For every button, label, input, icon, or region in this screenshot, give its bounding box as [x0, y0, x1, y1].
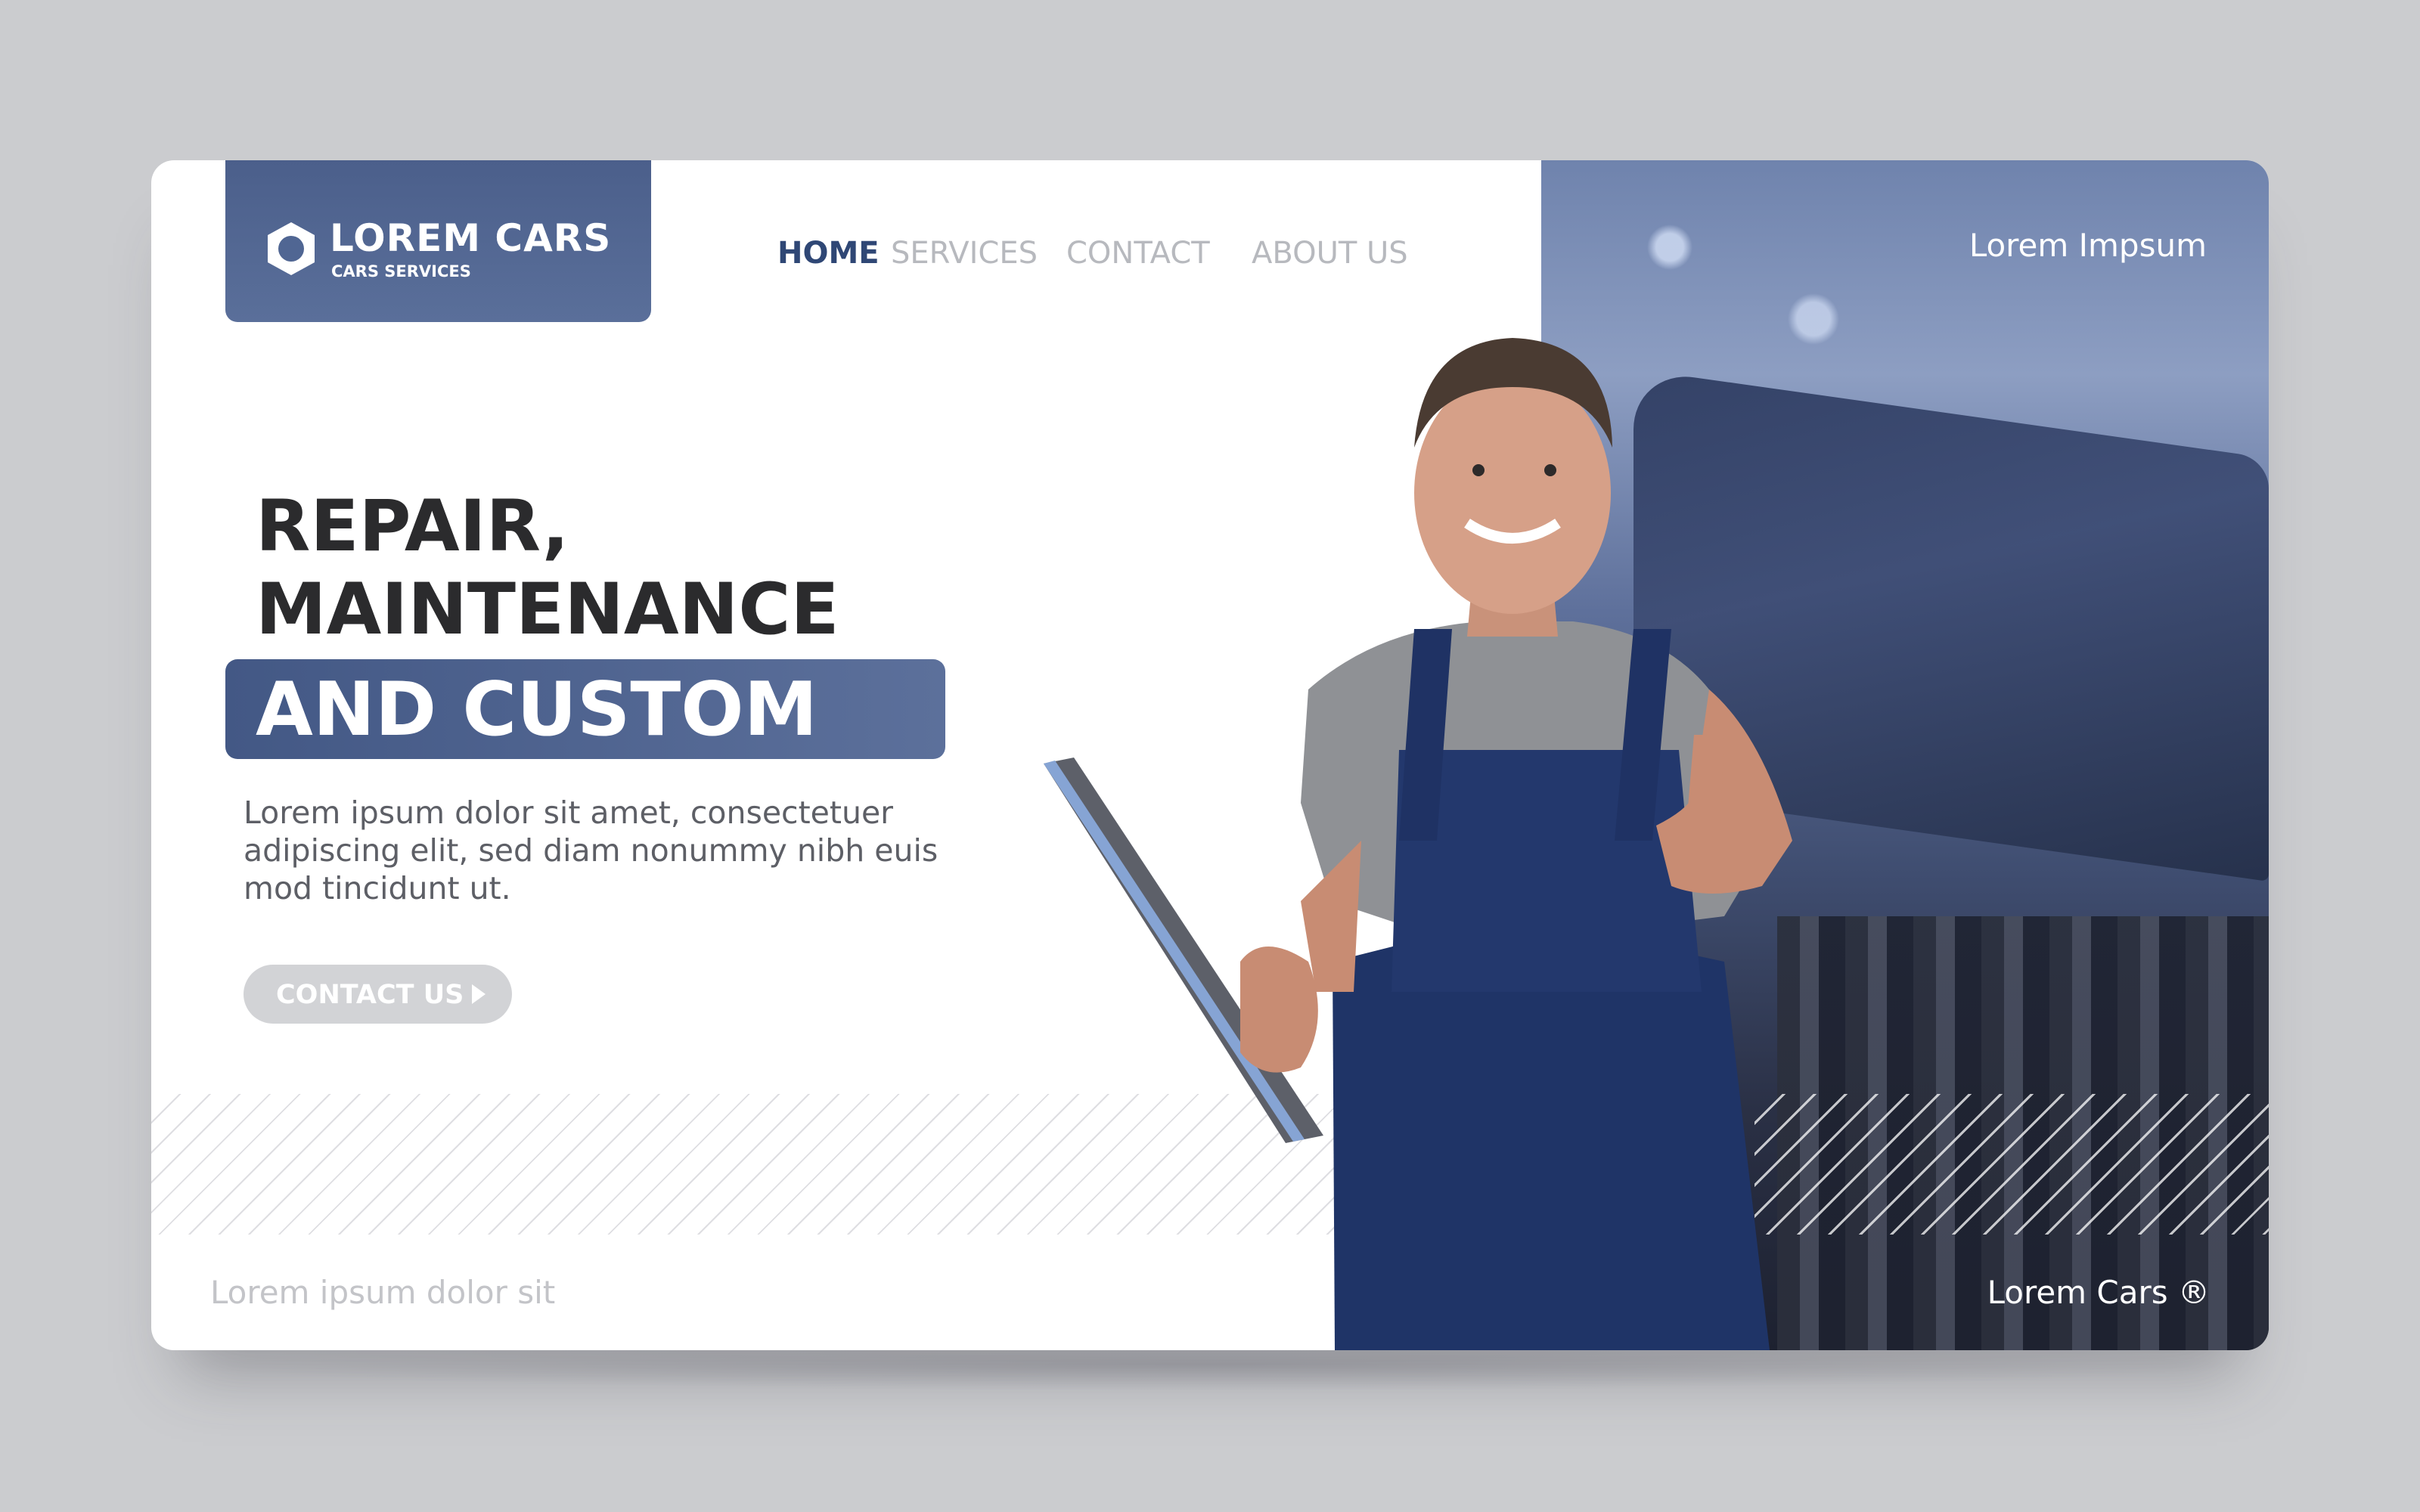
hero-description: Lorem ipsum dolor sit amet, consectetuer…: [244, 795, 939, 906]
play-arrow-icon: [472, 984, 486, 1004]
nav-contact[interactable]: CONTACT: [1066, 236, 1210, 271]
nav-about-us[interactable]: ABOUT US: [1252, 236, 1408, 271]
landing-page-card: LOREM CARS CARS SERVICES HOME SERVICES C…: [151, 160, 2269, 1350]
headline-line-2: MAINTENANCE: [256, 569, 839, 651]
footer-right-text: Lorem Cars ®: [1987, 1274, 2210, 1311]
brand-name: LOREM CARS: [330, 216, 612, 260]
headline-top: REPAIR, MAINTENANCE: [256, 485, 839, 652]
footer-left-text: Lorem ipsum dolor sit: [210, 1274, 556, 1311]
brand-logo[interactable]: LOREM CARS CARS SERVICES: [225, 160, 651, 322]
hexagon-nut-icon: [268, 222, 315, 275]
nav-home[interactable]: HOME: [777, 236, 880, 271]
brand-tagline: CARS SERVICES: [331, 262, 471, 280]
headline-line-3: AND CUSTOM: [256, 667, 818, 753]
nav-services[interactable]: SERVICES: [891, 236, 1038, 271]
contact-us-label: CONTACT US: [276, 980, 464, 1010]
headline-line-1: REPAIR,: [256, 485, 569, 568]
top-right-label: Lorem Impsum: [1969, 227, 2207, 264]
contact-us-button[interactable]: CONTACT US: [244, 965, 512, 1024]
